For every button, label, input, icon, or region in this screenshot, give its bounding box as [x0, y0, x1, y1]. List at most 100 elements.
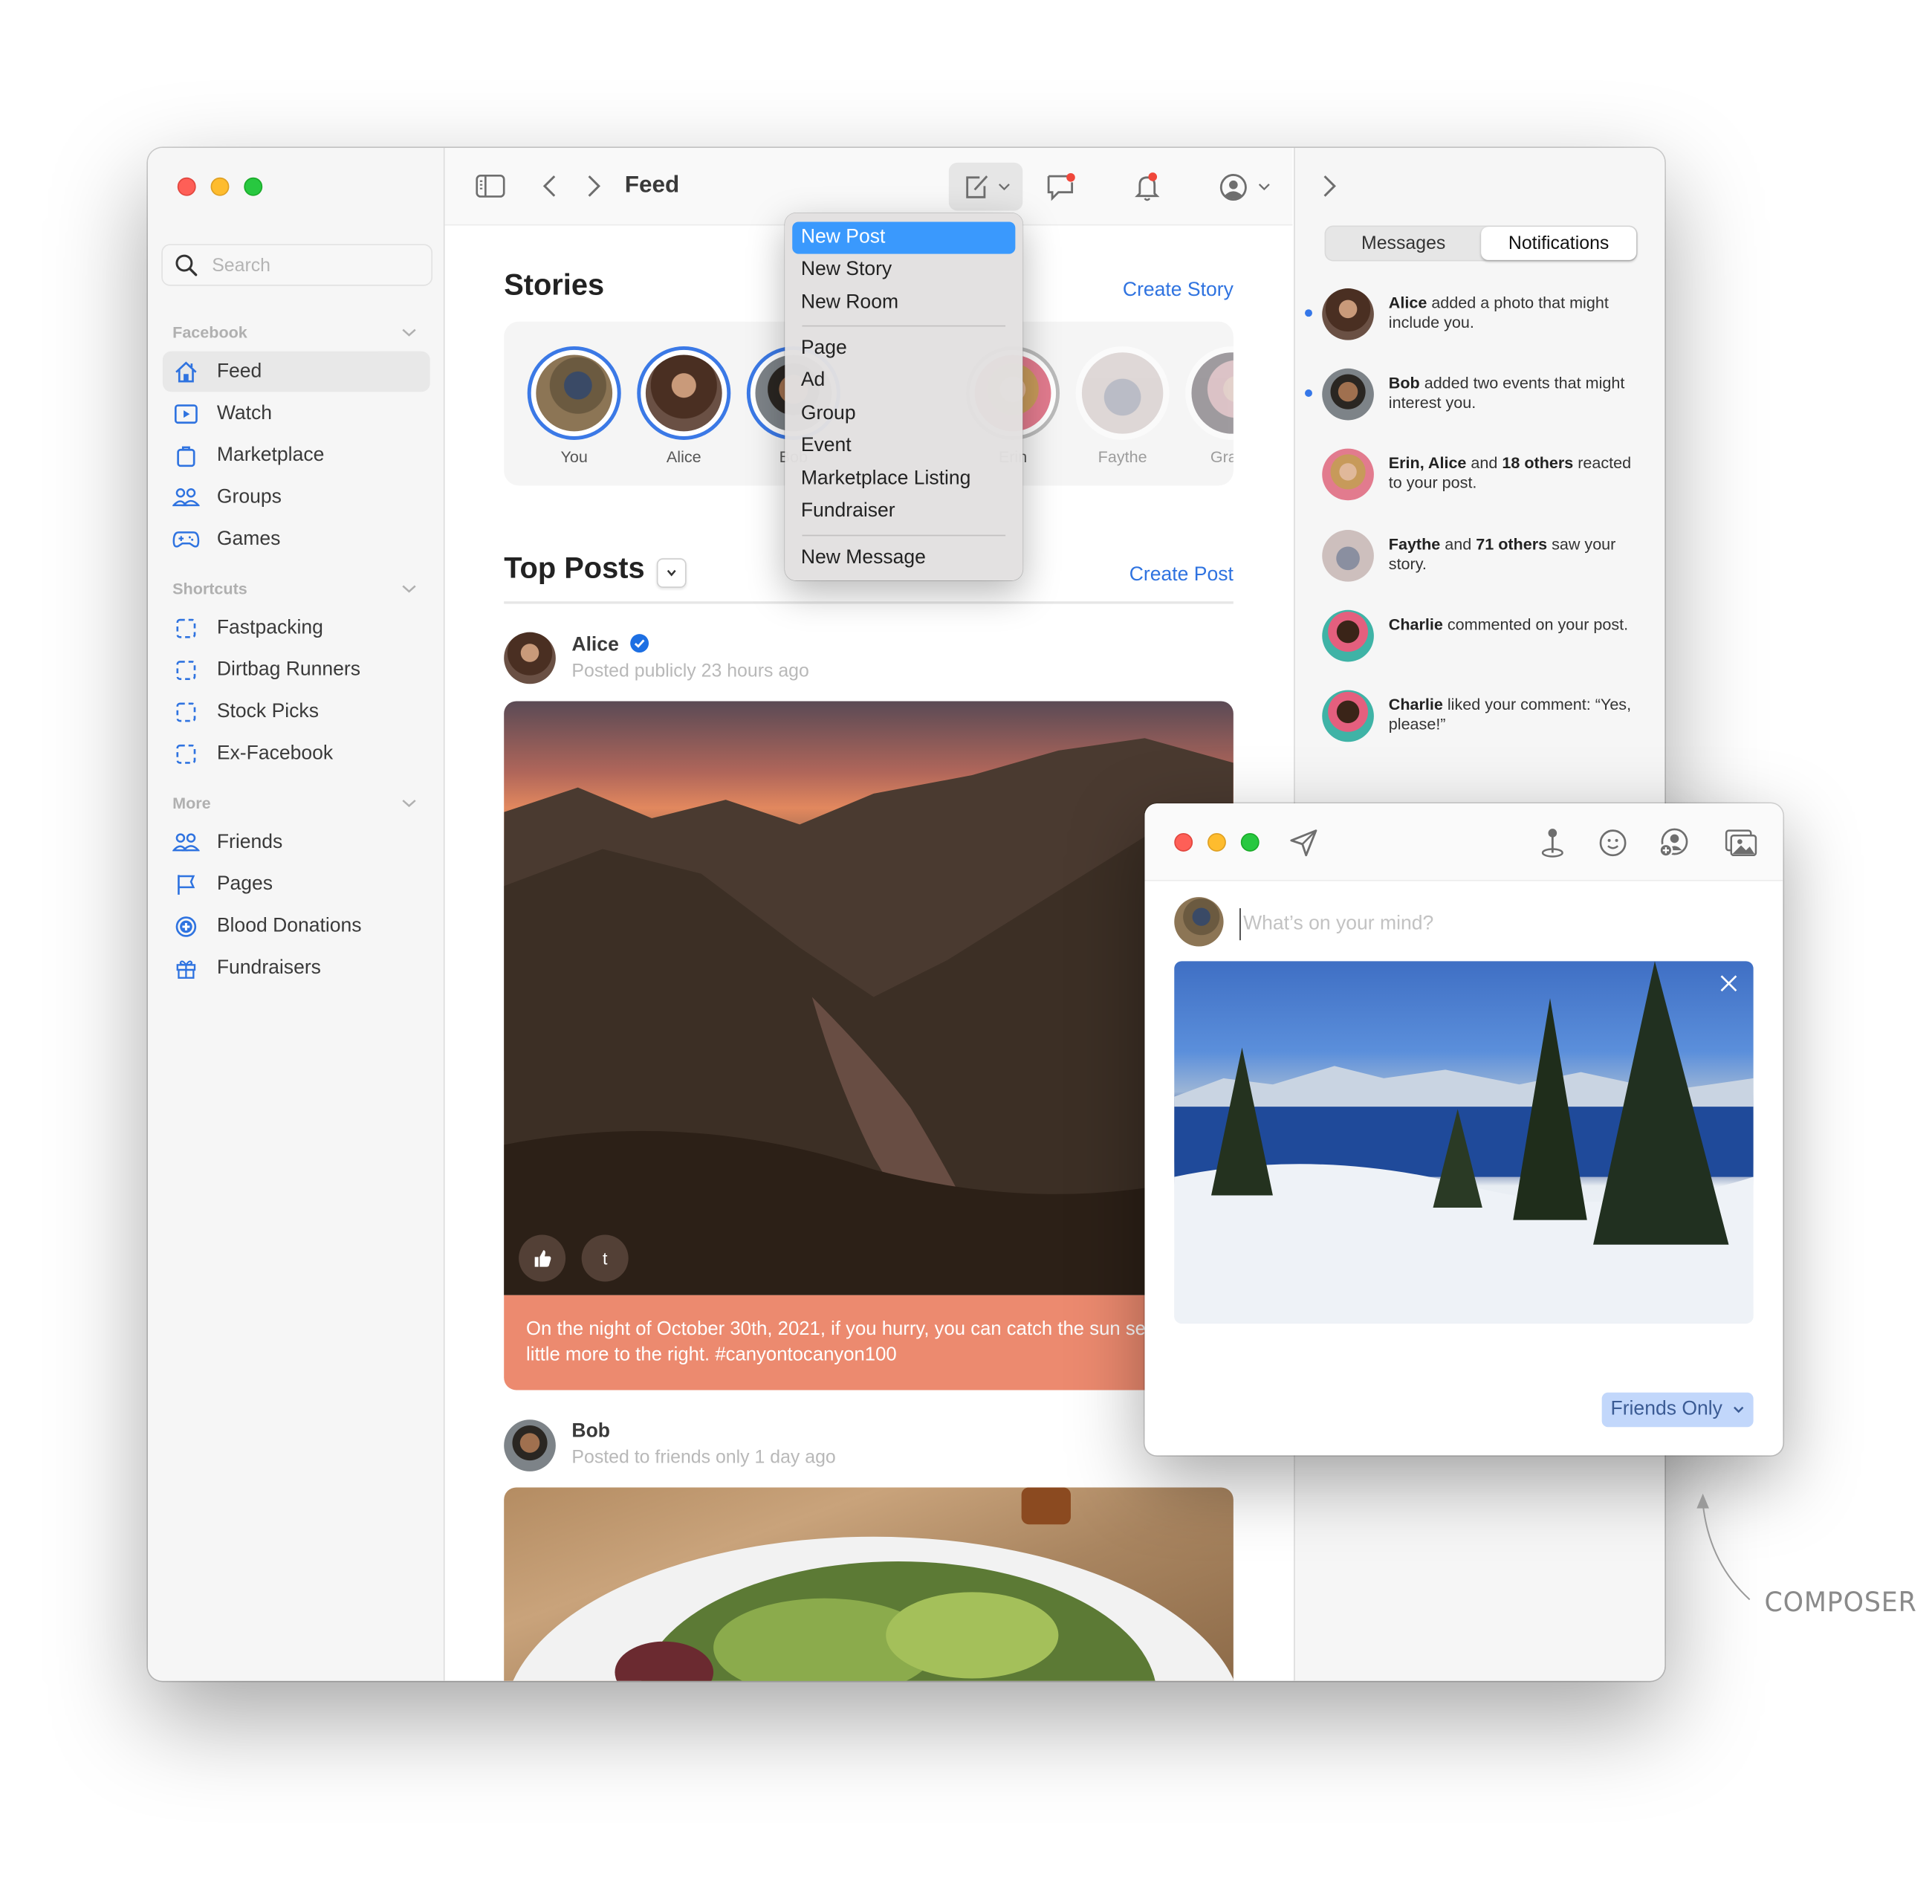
- tab-messages[interactable]: Messages: [1326, 227, 1481, 260]
- avatar: [1322, 690, 1374, 742]
- reaction-button[interactable]: t: [581, 1234, 629, 1282]
- tab-notifications[interactable]: Notifications: [1481, 227, 1637, 260]
- menu-item-marketplace-listing[interactable]: Marketplace Listing: [792, 463, 1015, 495]
- sidebar-item-fundraisers[interactable]: Fundraisers: [163, 948, 430, 988]
- sidebar-item-ex-facebook[interactable]: Ex-Facebook: [163, 734, 430, 774]
- window-controls: [177, 177, 263, 196]
- zoom-window-button[interactable]: [244, 177, 263, 196]
- canyon-photo: [504, 738, 1234, 1295]
- create-post-link[interactable]: Create Post: [1129, 564, 1234, 586]
- compose-dropdown-menu: New Post New Story New Room Page Ad Grou…: [785, 213, 1023, 581]
- audience-dropdown[interactable]: Friends Only: [1601, 1392, 1754, 1428]
- sidebar-item-games[interactable]: Games: [163, 519, 430, 560]
- close-window-button[interactable]: [177, 177, 196, 196]
- sidebar-item-label: Friends: [216, 831, 283, 852]
- photos-icon[interactable]: [1724, 826, 1758, 860]
- collapse-pane-icon[interactable]: [1320, 172, 1340, 199]
- avatar: [1322, 609, 1374, 662]
- notification-item[interactable]: Faythe and 71 others saw your story.: [1295, 530, 1664, 592]
- sidebar-item-marketplace[interactable]: Marketplace: [163, 435, 430, 476]
- menu-item-fundraiser[interactable]: Fundraiser: [792, 496, 1015, 528]
- menu-item-new-post[interactable]: New Post: [792, 221, 1016, 254]
- sidebar-item-fastpacking[interactable]: Fastpacking: [163, 607, 430, 648]
- bell-icon[interactable]: [1130, 170, 1164, 204]
- sidebar-item-pages[interactable]: Pages: [163, 864, 430, 904]
- menu-item-event[interactable]: Event: [792, 430, 1015, 462]
- avatar[interactable]: [504, 1419, 556, 1471]
- dashed-square-icon: [172, 656, 199, 683]
- sidebar-item-label: Fundraisers: [216, 956, 321, 978]
- compose-menu-button[interactable]: [948, 162, 1023, 211]
- section-header-facebook[interactable]: Facebook: [172, 323, 419, 341]
- unread-dot: [1305, 389, 1312, 397]
- notification-item[interactable]: Charlie commented on your post.: [1295, 609, 1664, 672]
- search-input[interactable]: [209, 253, 412, 277]
- emoji-icon[interactable]: [1597, 827, 1629, 859]
- zoom-window-button[interactable]: [1240, 832, 1260, 852]
- post-author[interactable]: Bob: [571, 1421, 610, 1443]
- remove-photo-button[interactable]: [1719, 974, 1739, 994]
- avatar[interactable]: [504, 632, 556, 684]
- sidebar-item-label: Blood Donations: [216, 915, 362, 936]
- section-header-more[interactable]: More: [172, 794, 419, 812]
- location-pin-icon[interactable]: [1537, 827, 1569, 859]
- menu-separator: [802, 325, 1006, 327]
- notification-item[interactable]: Charlie liked your comment: “Yes, please…: [1295, 690, 1664, 752]
- post-image[interactable]: [504, 1487, 1234, 1681]
- search-field[interactable]: [161, 244, 433, 286]
- post-image[interactable]: t: [504, 701, 1234, 1295]
- avatar: [1174, 897, 1224, 947]
- story-item[interactable]: You: [525, 346, 623, 466]
- sidebar-item-stock-picks[interactable]: Stock Picks: [163, 691, 430, 732]
- like-button[interactable]: [519, 1234, 566, 1282]
- flag-icon: [172, 871, 199, 898]
- create-story-link[interactable]: Create Story: [1123, 279, 1234, 302]
- composer-window: Friends Only: [1144, 803, 1783, 1456]
- minimize-window-button[interactable]: [210, 177, 230, 196]
- post-text-input[interactable]: [1239, 908, 1739, 941]
- notification-item[interactable]: Bob added two events that might interest…: [1295, 368, 1664, 430]
- tag-person-icon[interactable]: [1657, 827, 1689, 859]
- annotation-arrow: [1696, 1493, 1751, 1601]
- sidebar-item-groups[interactable]: Groups: [163, 477, 430, 518]
- story-item[interactable]: Faythe: [1073, 346, 1172, 466]
- notification-text: Faythe and 71 others saw your story.: [1388, 534, 1616, 574]
- menu-item-new-room[interactable]: New Room: [792, 287, 1015, 319]
- story-avatar: [536, 354, 613, 432]
- menu-item-group[interactable]: Group: [792, 398, 1015, 430]
- sidebar-item-blood-donations[interactable]: Blood Donations: [163, 906, 430, 947]
- story-item[interactable]: Grace: [1183, 346, 1234, 466]
- sidebar-toggle-icon[interactable]: [474, 172, 506, 199]
- attached-photo[interactable]: [1174, 961, 1754, 1324]
- notification-item[interactable]: Alice added a photo that might include y…: [1295, 288, 1664, 350]
- menu-item-new-story[interactable]: New Story: [792, 254, 1015, 286]
- minimize-window-button[interactable]: [1208, 832, 1226, 852]
- sidebar-item-feed[interactable]: Feed: [162, 351, 430, 392]
- sidebar-item-friends[interactable]: Friends: [163, 822, 430, 863]
- menu-item-new-message[interactable]: New Message: [792, 543, 1015, 574]
- back-icon[interactable]: [539, 172, 561, 199]
- sidebar-item-dirtbag-runners[interactable]: Dirtbag Runners: [163, 650, 430, 690]
- sidebar-item-watch[interactable]: Watch: [163, 393, 430, 434]
- account-menu-button[interactable]: [1216, 170, 1273, 204]
- section-header-shortcuts[interactable]: Shortcuts: [172, 579, 419, 598]
- story-avatar: [645, 354, 722, 432]
- sidebar-item-label: Watch: [216, 402, 273, 424]
- chevron-down-icon: [1733, 1406, 1744, 1414]
- thumbs-up-icon: [534, 1250, 551, 1267]
- chevron-down-icon: [402, 584, 416, 592]
- send-icon[interactable]: [1288, 827, 1320, 859]
- menu-item-ad[interactable]: Ad: [792, 365, 1015, 397]
- avatar: [1322, 448, 1374, 501]
- forward-icon[interactable]: [583, 172, 605, 199]
- notification-item[interactable]: Erin, Alice and 18 others reacted to you…: [1295, 448, 1664, 511]
- close-window-button[interactable]: [1174, 832, 1193, 852]
- menu-item-page[interactable]: Page: [792, 333, 1015, 365]
- story-name: Grace: [1210, 447, 1234, 466]
- avatar: [1322, 288, 1374, 340]
- compose-icon: [966, 175, 988, 198]
- top-posts-sort-dropdown[interactable]: [656, 558, 687, 588]
- story-item[interactable]: Alice: [635, 346, 733, 466]
- messages-icon[interactable]: [1043, 170, 1077, 204]
- post-author[interactable]: Alice: [571, 633, 649, 657]
